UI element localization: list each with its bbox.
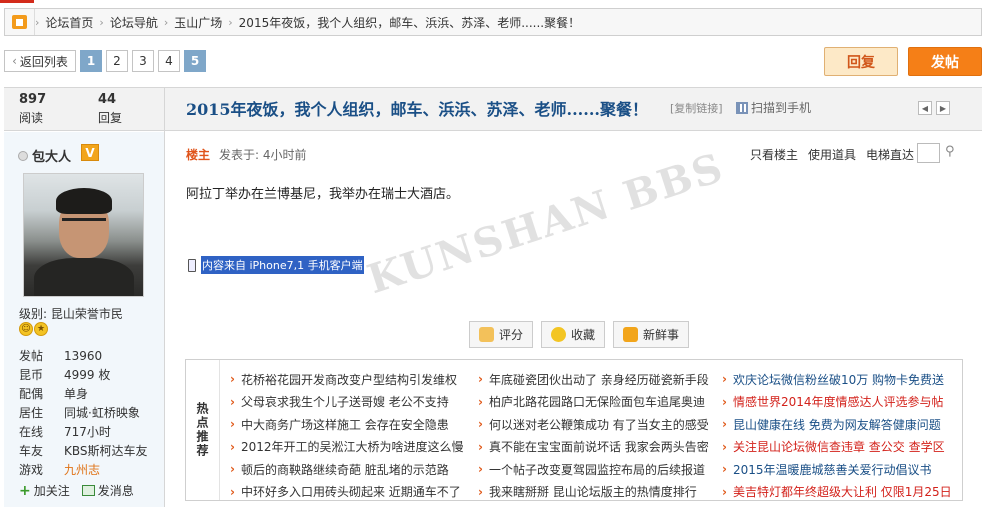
user-info: 发帖 13960 昆币 4999 枚 配偶 单身 居住 同城·虹桥映象 在线 717小时 … xyxy=(19,348,148,478)
prev-thread-icon[interactable]: ◀ xyxy=(918,101,932,115)
hot-item[interactable]: 中环好多入口用砖头砌起来 近期通车不了 xyxy=(230,481,464,504)
user-actions: + 加关注 发消息 xyxy=(19,482,134,499)
hot-item[interactable]: 真不能在宝宝面前说坏话 我家会两头告密 xyxy=(478,436,709,459)
top-strip xyxy=(0,0,988,4)
only-op-link[interactable]: 只看楼主 xyxy=(750,146,798,163)
replies-stat: 44 回复 xyxy=(98,92,158,126)
crumb-thread[interactable]: 2015年夜饭，我个人组织，邮车、浜浜、苏泽、老师......聚餐！ xyxy=(233,9,586,35)
hot-item[interactable]: 中大商务广场这样施工 会存在安全隐患 xyxy=(230,413,464,436)
hot-item[interactable]: 我来瞎掰掰 昆山论坛版主的热情度排行 xyxy=(478,481,709,504)
hot-item[interactable]: 昆山健康在线 免费为网友解答健康问题 xyxy=(722,413,952,436)
crumb-forum-home[interactable]: 论坛首页 xyxy=(39,9,99,35)
op-label: 楼主 xyxy=(186,148,211,162)
favorite-button[interactable]: 收藏 xyxy=(541,321,606,348)
post-time: 发表于: 4小时前 xyxy=(219,148,307,162)
post-content: 阿拉丁举办在兰博基尼，我举办在瑞士大酒店。 xyxy=(186,187,460,202)
hot-item[interactable]: 何以迷对老公鞭策成功 有了当女主的感受 xyxy=(478,413,709,436)
page-2[interactable]: 2 xyxy=(106,50,128,72)
page-3[interactable]: 3 xyxy=(132,50,154,72)
reply-button[interactable]: 回复 xyxy=(824,47,898,76)
follow-button[interactable]: + 加关注 xyxy=(19,482,70,499)
hot-recommend-box: 热点推荐 花桥裕花园开发商改变户型结构引发维权 父母哀求我生个儿子送哥嫂 老公不… xyxy=(185,359,963,501)
user-level: 级别: 昆山荣誉市民 xyxy=(19,307,123,321)
post-tools: 只看楼主 使用道具 电梯直达 xyxy=(750,146,914,163)
page-4[interactable]: 4 xyxy=(158,50,180,72)
views-label: 阅读 xyxy=(19,111,44,125)
star-icon xyxy=(551,327,567,342)
views-stat: 897 阅读 xyxy=(19,92,79,126)
message-icon xyxy=(81,485,95,496)
new-post-button[interactable]: 发帖 xyxy=(908,47,982,76)
use-item-link[interactable]: 使用道具 xyxy=(808,146,856,163)
crumb-forum-nav[interactable]: 论坛导航 xyxy=(104,9,164,35)
home-icon[interactable] xyxy=(5,9,35,35)
hot-item[interactable]: 年底碰瓷团伙出动了 亲身经历碰瓷新手段 xyxy=(478,368,709,391)
star-medal-icon: ★ xyxy=(34,322,48,336)
thumbs-up-icon xyxy=(479,327,494,342)
message-button[interactable]: 发消息 xyxy=(81,482,134,499)
gender-icon xyxy=(18,150,28,161)
hot-col-1: 花桥裕花园开发商改变户型结构引发维权 父母哀求我生个儿子送哥嫂 老公不支持 中大… xyxy=(230,368,464,503)
pagination: ‹ 返回列表 1 2 3 4 5 xyxy=(4,50,206,72)
hot-col-2: 年底碰瓷团伙出动了 亲身经历碰瓷新手段 柏庐北路花园路口无保险面包车追尾奥迪 何… xyxy=(478,368,709,503)
hot-item[interactable]: 欢庆论坛微信粉丝破10万 购物卡免费送 xyxy=(722,368,952,391)
hot-col-3: 欢庆论坛微信粉丝破10万 购物卡免费送 情感世界2014年度情感达人评选参与帖 … xyxy=(722,368,952,503)
replies-count: 44 xyxy=(98,92,117,107)
floor-jump-input[interactable] xyxy=(917,143,940,163)
fresh-news-button[interactable]: 新鲜事 xyxy=(613,321,690,348)
qr-icon xyxy=(736,101,748,114)
breadcrumb: › 论坛首页 › 论坛导航 › 玉山广场 › 2015年夜饭，我个人组织，邮车、… xyxy=(4,8,982,36)
client-text[interactable]: 内容来自 iPhone7,1 手机客户端 xyxy=(201,256,364,274)
elevator-label: 电梯直达 xyxy=(866,148,915,162)
scan-to-phone[interactable]: 扫描到手机 xyxy=(736,99,811,116)
back-to-list-button[interactable]: ‹ 返回列表 xyxy=(4,50,76,72)
views-count: 897 xyxy=(19,92,47,107)
wrench-icon[interactable]: ⚲ xyxy=(945,144,955,159)
news-icon xyxy=(623,327,639,342)
hot-item[interactable]: 2015年温暖鹿城慈善关爱行动倡议书 xyxy=(722,458,952,481)
hot-item[interactable]: 花桥裕花园开发商改变户型结构引发维权 xyxy=(230,368,464,391)
plus-icon: + xyxy=(19,482,31,499)
hot-item[interactable]: 2012年开工的吴淞江大桥为啥进度这么慢 xyxy=(230,436,464,459)
hot-item[interactable]: 顿后的商鞅路继续奇葩 脏乱堵的示范路 xyxy=(230,458,464,481)
divider xyxy=(164,87,165,507)
watermark-logo: KUNSHAN BBS xyxy=(361,143,730,304)
game-link[interactable]: 九州志 xyxy=(64,461,100,478)
smile-medal-icon: ☺ xyxy=(19,322,33,336)
verified-badge: V xyxy=(81,144,99,161)
post-action-buttons: 评分 收藏 新鲜事 xyxy=(469,321,690,348)
replies-label: 回复 xyxy=(98,111,123,125)
phone-icon xyxy=(188,258,196,272)
hot-label: 热点推荐 xyxy=(186,360,220,500)
copy-link[interactable]: [复制链接] xyxy=(670,100,723,116)
rate-button[interactable]: 评分 xyxy=(469,321,534,348)
page-1[interactable]: 1 xyxy=(80,50,102,72)
avatar[interactable] xyxy=(23,173,144,297)
hot-item[interactable]: 一个帖子改变夏驾园监控布局的后续报道 xyxy=(478,458,709,481)
medals: ☺ ★ xyxy=(19,322,48,336)
hot-item[interactable]: 父母哀求我生个儿子送哥嫂 老公不支持 xyxy=(230,391,464,414)
hot-item[interactable]: 关注昆山论坛微信查违章 查公交 查学区 xyxy=(722,436,952,459)
page-5[interactable]: 5 xyxy=(184,50,206,72)
hot-item[interactable]: 情感世界2014年度情感达人评选参与帖 xyxy=(722,391,952,414)
client-source: 内容来自 iPhone7,1 手机客户端 xyxy=(188,256,364,274)
crumb-board[interactable]: 玉山广场 xyxy=(168,9,228,35)
thread-title[interactable]: 2015年夜饭，我个人组织，邮车、浜浜、苏泽、老师......聚餐！ xyxy=(186,96,648,120)
username[interactable]: 包大人 xyxy=(18,146,71,165)
hot-item[interactable]: 美吉特灯都年终超级大让利 仅限1月25日 xyxy=(722,481,952,504)
next-thread-icon[interactable]: ▶ xyxy=(936,101,950,115)
hot-item[interactable]: 柏庐北路花园路口无保险面包车追尾奥迪 xyxy=(478,391,709,414)
